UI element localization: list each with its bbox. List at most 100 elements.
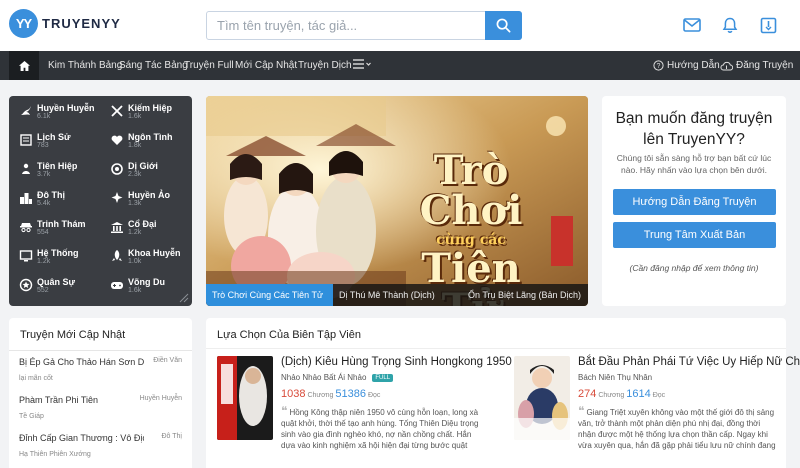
nav-item-truyen-dich[interactable]: Truyện Dịch [298, 60, 352, 71]
list-item[interactable]: Đỉnh Cấp Gian Thương : Vô Địch T... Đô T… [19, 432, 186, 458]
book-cover[interactable] [217, 356, 273, 440]
home-icon [18, 60, 30, 71]
book-cover[interactable] [514, 356, 570, 440]
genre-count: 6.1k [37, 113, 51, 120]
genre-name: Trinh Thám [37, 219, 86, 229]
genre-item[interactable]: Trinh Thám 554 [19, 219, 86, 237]
chapter-label: Chương [307, 392, 334, 399]
help-circle-icon: ? [653, 60, 664, 71]
genre-name: Lịch Sử [37, 132, 71, 142]
genre-item[interactable]: Huyền Ảo 1.3k [110, 190, 170, 208]
editor-picks-title: Lựa Chọn Của Biên Tập Viên [217, 329, 361, 341]
banner-caption-2[interactable]: Dị Thú Mê Thành (Dịch) [333, 284, 462, 306]
genre-item[interactable]: Quân Sự 552 [19, 277, 75, 295]
genre-item[interactable]: Lịch Sử 783 [19, 132, 71, 150]
view-count: 1614 [626, 388, 651, 400]
expand-icon[interactable] [177, 291, 189, 303]
book-title[interactable]: (Dịch) Kiêu Hùng Trọng Sinh Hongkong 195… [281, 356, 512, 368]
publishing-center-button[interactable]: Trung Tâm Xuất Bản [613, 222, 776, 248]
mail-icon [683, 18, 701, 32]
nav-item-sang-tac-bang[interactable]: Sáng Tác Bảng [119, 60, 188, 71]
genre-item[interactable]: Kiếm Hiệp 1.6k [110, 103, 172, 121]
genre-name: Quân Sự [37, 277, 76, 287]
book-author-row: Bách Niên Thụ Nhân [578, 373, 788, 382]
banner-title-line-1: Trò Chơi [419, 147, 523, 234]
list-item[interactable]: Phàm Trần Phi Tiên Huyền Huyễn Tề Giáp [19, 394, 186, 420]
genre-name: Ngôn Tình [128, 132, 173, 142]
genre-item[interactable]: Cổ Đại 1.2k [110, 219, 157, 237]
portal-icon [111, 163, 123, 175]
view-count: 51386 [335, 388, 366, 400]
bookshelf-button[interactable] [757, 14, 779, 36]
genre-item[interactable]: Huyền Huyễn 6.1k [19, 103, 95, 121]
divider [206, 348, 786, 349]
site-logo[interactable]: YY TRUYENYY [9, 9, 121, 38]
banner-caption-1[interactable]: Trò Chơi Cùng Các Tiên Tử [206, 284, 333, 306]
genre-count: 1.0k [128, 258, 142, 265]
search-input[interactable] [217, 18, 477, 33]
genre-count: 3.7k [37, 171, 51, 178]
publish-promo-panel: Bạn muốn đăng truyện lên TruyenYY? Chúng… [602, 96, 786, 306]
ancient-icon [111, 222, 123, 233]
genre-name: Khoa Huyễn [128, 248, 181, 258]
latest-updates-title: Truyện Mới Cập Nhật [20, 329, 126, 341]
genre-count: 5.4k [37, 200, 51, 207]
nav-home[interactable] [9, 51, 39, 80]
story-title: Phàm Trần Phi Tiên [19, 395, 99, 405]
search-button[interactable] [485, 11, 522, 40]
story-category: Huyền Huyễn [139, 395, 182, 402]
genre-count: 783 [37, 142, 49, 149]
gamepad-icon [111, 282, 123, 289]
chapter-count: 274 [578, 388, 597, 400]
status-badge: FULL [372, 373, 394, 382]
nav-item-truyen-full[interactable]: Truyện Full [184, 60, 234, 71]
menu-icon [353, 59, 371, 69]
nav-more-button[interactable] [352, 58, 372, 73]
book-description: ❝ Hồng Kông thập niên 1950 vô cùng hỗn lo… [281, 406, 481, 450]
genre-item[interactable]: Võng Du 1.6k [110, 277, 165, 295]
genre-item[interactable]: Tiên Hiệp 3.7k [19, 161, 77, 179]
story-title: Đỉnh Cấp Gian Thương : Vô Địch T... [19, 433, 144, 443]
nav-publish-link[interactable]: Đăng Truyện [720, 60, 793, 71]
list-item[interactable]: Bị Ép Gả Cho Thảo Hán Sơn Dã, ... Điền V… [19, 356, 186, 382]
genre-count: 554 [37, 229, 49, 236]
book-author-row: Nhảo Nhảo Bất Ái Nhảo FULL [281, 373, 491, 382]
book-info: Bắt Đầu Phản Phái Tứ Việc Uy Hiếp Nữ Chí… [578, 356, 800, 450]
featured-banner[interactable]: Trò Chơi cùng các Tiên Tử Trò Chơi Cùng … [206, 96, 588, 306]
guide-button[interactable]: Hướng Dẫn Đăng Truyện [613, 189, 776, 215]
genre-item[interactable]: Dị Giới 2.3k [110, 161, 158, 179]
detective-icon [20, 223, 32, 233]
book-description-text: Giang Triệt xuyên không vào một thế giới… [578, 408, 776, 450]
genre-count: 1.6k [128, 287, 142, 294]
book-stats: 274 Chương 1614 Đọc [578, 388, 788, 400]
magic-icon [111, 192, 123, 203]
book-author[interactable]: Bách Niên Thụ Nhân [578, 373, 652, 382]
book-cover-art [217, 356, 273, 440]
book-description-text: Hồng Kông thập niên 1950 vô cùng hỗn loạ… [281, 408, 479, 450]
nav-guide-link[interactable]: ? Hướng Dẫn [653, 60, 720, 71]
book-title[interactable]: Bắt Đầu Phản Phái Tứ Việc Uy Hiếp Nữ Chí… [578, 356, 800, 368]
city-icon [20, 193, 32, 204]
genre-count: 1.6k [128, 113, 142, 120]
genre-name: Tiên Hiệp [37, 161, 78, 171]
genre-item[interactable]: Khoa Huyễn 1.0k [110, 248, 181, 266]
notification-button[interactable] [719, 14, 741, 36]
book-author[interactable]: Nhảo Nhảo Bất Ái Nhảo [281, 373, 366, 382]
genre-item[interactable]: Hệ Thống 1.2k [19, 248, 79, 266]
logo-badge: YY [9, 9, 38, 38]
mail-button[interactable] [681, 14, 703, 36]
nav-item-kim-thanh-bang[interactable]: Kim Thánh Bảng [48, 60, 122, 71]
editor-picks-panel: Lựa Chọn Của Biên Tập Viên (Dịch) Kiêu H… [206, 318, 800, 468]
quote-icon: ❝ [578, 406, 585, 418]
banner-caption-3[interactable]: Ổn Trụ Biệt Lãng (Bản Dịch) [462, 284, 588, 306]
history-book-icon [20, 134, 32, 146]
genre-name: Huyền Huyễn [37, 103, 95, 113]
dragon-icon [21, 106, 31, 115]
story-author: Hạ Thiên Phiên Xướng [19, 451, 91, 458]
genre-item[interactable]: Đô Thị 5.4k [19, 190, 65, 208]
story-title: Bị Ép Gả Cho Thảo Hán Sơn Dã, ... [19, 357, 144, 367]
nav-item-moi-cap-nhat[interactable]: Mới Cập Nhật [235, 60, 297, 71]
genre-item[interactable]: Ngôn Tình 1.8k [110, 132, 173, 150]
swords-icon [111, 105, 123, 117]
banner-title: Trò Chơi cùng các Tiên Tử [386, 147, 556, 307]
